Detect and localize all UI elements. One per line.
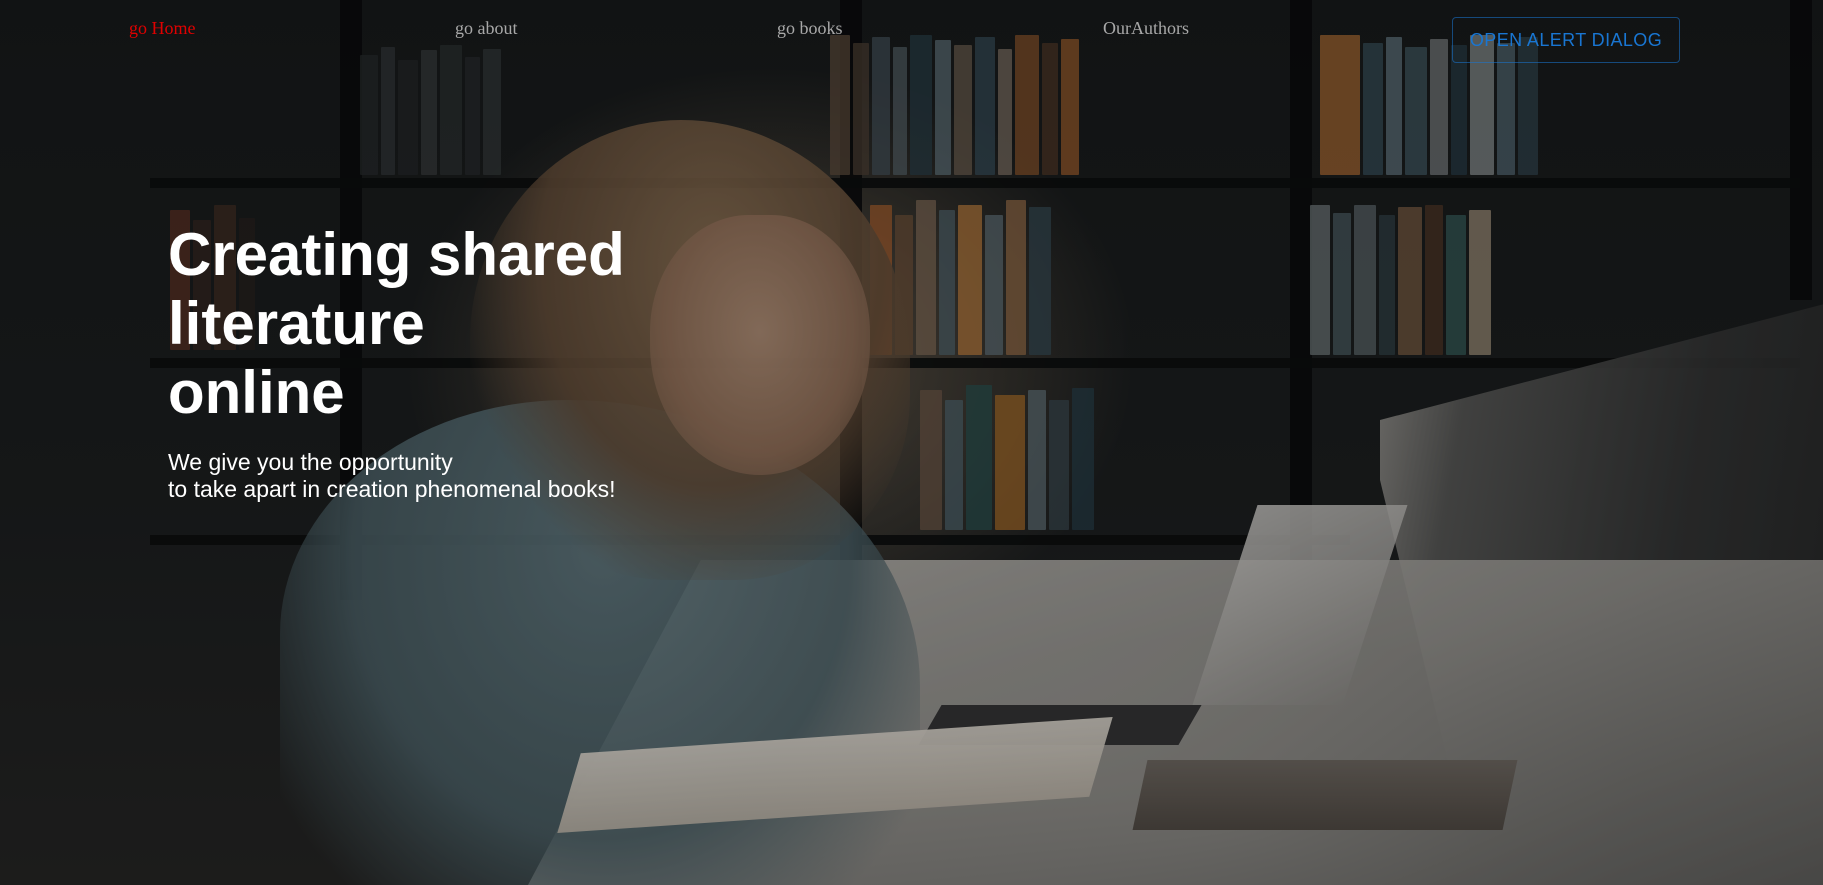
nav-link-about[interactable]: go about (455, 18, 518, 39)
hero-section: go Home go about go books OurAuthors OPE… (0, 0, 1823, 885)
open-alert-dialog-button[interactable]: OPEN ALERT DIALOG (1452, 17, 1680, 63)
hero-title-line3: online (168, 359, 345, 426)
nav-link-authors[interactable]: OurAuthors (1103, 18, 1189, 39)
nav-link-books[interactable]: go books (777, 18, 843, 39)
hero-subtitle-line1: We give you the opportunity (168, 449, 453, 475)
nav-link-home[interactable]: go Home (129, 18, 196, 39)
hero-subtitle-line2: to take apart in creation phenomenal boo… (168, 476, 616, 502)
hero-title-line1: Creating shared (168, 221, 625, 288)
hero-title: Creating shared literature online (168, 220, 625, 427)
hero-title-line2: literature (168, 290, 425, 357)
hero-subtitle: We give you the opportunity to take apar… (168, 449, 616, 503)
